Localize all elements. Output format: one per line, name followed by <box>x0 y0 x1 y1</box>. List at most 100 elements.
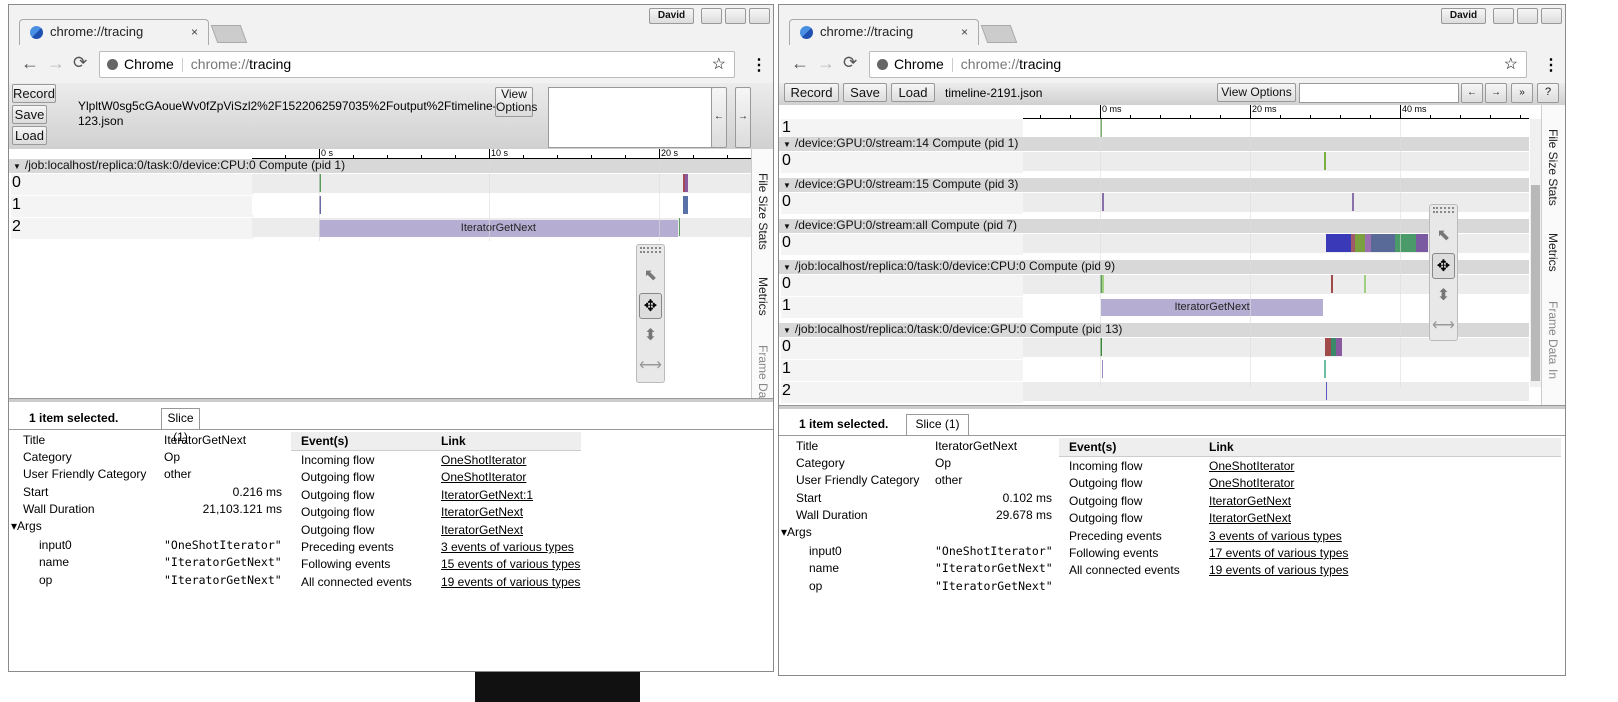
browser-tab[interactable]: chrome://tracing × <box>19 19 209 45</box>
view-options-button[interactable]: View Options <box>1217 83 1296 102</box>
maximize-button[interactable] <box>725 8 746 24</box>
collapse-triangle-icon[interactable]: ▼ <box>783 326 791 335</box>
find-prev-button[interactable]: ← <box>1461 83 1483 103</box>
args-toggle[interactable]: ▾Args <box>11 519 42 533</box>
slice[interactable] <box>1352 193 1354 211</box>
collapse-triangle-icon[interactable]: ▼ <box>783 222 791 231</box>
tab-slice[interactable]: Slice (1) <box>906 414 969 435</box>
new-tab-button[interactable] <box>980 25 1018 43</box>
slice[interactable] <box>685 174 688 192</box>
maximize-button[interactable] <box>1517 8 1538 24</box>
slice[interactable] <box>1324 360 1326 378</box>
event-link[interactable]: IteratorGetNext <box>441 505 523 519</box>
event-link[interactable]: 15 events of various types <box>441 557 580 571</box>
process-track-header[interactable]: ▼/device:GPU:0/stream:15 Compute (pid 3) <box>779 178 1529 192</box>
timing-mode-icon[interactable]: ⟷ <box>639 353 662 379</box>
event-link[interactable]: OneShotIterator <box>1209 459 1294 473</box>
pan-mode-icon[interactable]: ✥ <box>639 293 662 319</box>
tab-close-icon[interactable]: × <box>961 25 968 39</box>
minimize-button[interactable] <box>701 8 722 24</box>
side-tab-file-size-stats[interactable]: File Size Stats <box>756 173 770 250</box>
drag-handle[interactable] <box>640 247 661 253</box>
bookmark-star-icon[interactable]: ☆ <box>712 52 726 77</box>
minimize-button[interactable] <box>1493 8 1514 24</box>
menu-icon[interactable]: ⋮ <box>751 55 767 75</box>
record-button[interactable]: Record <box>784 83 839 102</box>
more-button[interactable]: » <box>1511 83 1533 103</box>
load-button[interactable]: Load <box>891 83 935 102</box>
process-track-header[interactable]: ▼/job:localhost/replica:0/task:0/device:… <box>779 323 1529 337</box>
slice[interactable] <box>1331 275 1333 293</box>
menu-icon[interactable]: ⋮ <box>1543 55 1559 75</box>
forward-button[interactable]: → <box>47 53 65 74</box>
side-tab-frame-dat[interactable]: Frame Dat <box>756 345 770 402</box>
event-link[interactable]: IteratorGetNext <box>1209 511 1291 525</box>
event-link[interactable]: 19 events of various types <box>441 575 580 589</box>
mouse-mode-selector[interactable]: ⬉ ✥ ⬍ ⟷ <box>1429 204 1458 341</box>
slice-iteratorgetnext[interactable]: IteratorGetNext <box>319 220 678 237</box>
slice[interactable] <box>1336 338 1343 356</box>
track-lane[interactable] <box>252 196 751 215</box>
slice[interactable] <box>1325 234 1351 252</box>
help-button[interactable]: ? <box>1537 83 1559 103</box>
find-prev-button[interactable]: ← <box>711 87 727 148</box>
track-lane[interactable] <box>252 174 751 193</box>
event-link[interactable]: OneShotIterator <box>441 470 526 484</box>
event-link[interactable]: IteratorGetNext:1 <box>441 488 533 502</box>
collapse-triangle-icon[interactable]: ▼ <box>783 181 791 190</box>
side-tab-metrics[interactable]: Metrics <box>756 277 770 316</box>
save-button[interactable]: Save <box>12 105 47 124</box>
close-button[interactable] <box>1541 8 1562 24</box>
search-box[interactable] <box>548 87 718 148</box>
slice[interactable] <box>1394 234 1416 252</box>
collapse-triangle-icon[interactable]: ▼ <box>783 140 791 149</box>
event-link[interactable]: 17 events of various types <box>1209 546 1348 560</box>
slice[interactable] <box>1101 360 1103 378</box>
save-button[interactable]: Save <box>843 83 887 102</box>
back-button[interactable]: ← <box>791 53 809 74</box>
side-tab-in[interactable]: In <box>1546 369 1560 379</box>
find-next-button[interactable]: → <box>735 87 751 148</box>
reload-button[interactable]: ⟳ <box>843 53 857 73</box>
timing-mode-icon[interactable]: ⟷ <box>1432 313 1455 339</box>
tab-slice[interactable]: Slice (1) <box>161 408 200 444</box>
forward-button[interactable]: → <box>817 53 835 74</box>
side-tab-frame-data[interactable]: Frame Data <box>1546 301 1560 364</box>
vertical-scrollbar[interactable] <box>1530 119 1541 387</box>
args-toggle[interactable]: ▾Args <box>781 525 812 539</box>
slice[interactable] <box>1370 234 1395 252</box>
event-link[interactable]: OneShotIterator <box>441 453 526 467</box>
browser-tab[interactable]: chrome://tracing × <box>789 19 979 45</box>
collapse-triangle-icon[interactable]: ▼ <box>13 162 21 171</box>
event-link[interactable]: 3 events of various types <box>1209 529 1342 543</box>
pan-mode-icon[interactable]: ✥ <box>1432 253 1455 279</box>
selection-mode-icon[interactable]: ⬉ <box>1432 223 1455 249</box>
view-options-button[interactable]: View Options <box>495 87 537 117</box>
slice[interactable] <box>1102 275 1104 293</box>
profile-button[interactable]: David <box>1441 8 1486 24</box>
slice-iteratorgetnext[interactable]: IteratorGetNext <box>1100 299 1324 316</box>
event-link[interactable]: 19 events of various types <box>1209 563 1348 577</box>
close-button[interactable] <box>749 8 770 24</box>
process-track-header[interactable]: ▼/job:localhost/replica:0/task:0/device:… <box>9 159 751 173</box>
process-track-header[interactable]: ▼/device:GPU:0/stream:all Compute (pid 7… <box>779 219 1529 233</box>
selection-mode-icon[interactable]: ⬉ <box>639 263 662 289</box>
track-lane[interactable] <box>1023 152 1529 171</box>
side-tab-metrics[interactable]: Metrics <box>1546 233 1560 272</box>
bookmark-star-icon[interactable]: ☆ <box>1504 52 1518 77</box>
zoom-mode-icon[interactable]: ⬍ <box>639 323 662 349</box>
slice[interactable] <box>1415 234 1428 252</box>
event-link[interactable]: OneShotIterator <box>1209 476 1294 490</box>
back-button[interactable]: ← <box>21 53 39 74</box>
event-link[interactable]: IteratorGetNext <box>441 523 523 537</box>
omnibox[interactable]: Chrome chrome://tracing ☆ <box>869 51 1527 78</box>
scrollbar-thumb[interactable] <box>1531 185 1540 381</box>
process-track-header[interactable]: ▼/job:localhost/replica:0/task:0/device:… <box>779 260 1529 274</box>
track-lane[interactable] <box>1023 119 1529 138</box>
search-box[interactable] <box>1299 83 1459 103</box>
slice[interactable] <box>1364 275 1366 293</box>
slice[interactable] <box>1102 193 1104 211</box>
tab-close-icon[interactable]: × <box>191 25 198 39</box>
track-lane[interactable] <box>1023 382 1529 401</box>
slice[interactable] <box>1325 382 1328 400</box>
